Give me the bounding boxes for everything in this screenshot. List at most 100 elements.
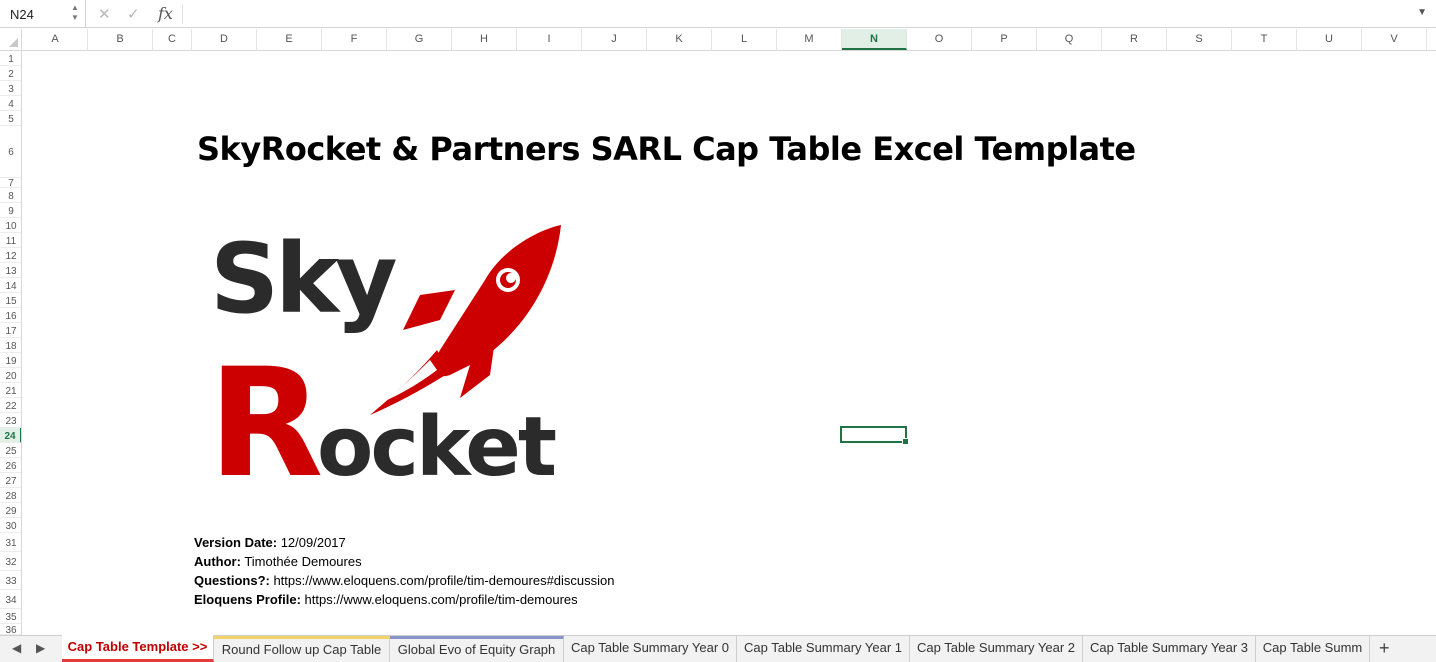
row-header-5[interactable]: 5 (0, 111, 21, 126)
column-header-m[interactable]: M (777, 29, 842, 50)
column-header-j[interactable]: J (582, 29, 647, 50)
row-header-11[interactable]: 11 (0, 233, 21, 248)
row-header-1[interactable]: 1 (0, 51, 21, 66)
column-header-k[interactable]: K (647, 29, 712, 50)
sheet-tab[interactable]: Cap Table Summary Year 2 (910, 636, 1083, 662)
row-header-29[interactable]: 29 (0, 503, 21, 518)
formula-input[interactable] (190, 7, 1390, 23)
row-header-9[interactable]: 9 (0, 203, 21, 218)
next-sheet-icon[interactable]: ▶ (36, 641, 45, 655)
column-header-q[interactable]: Q (1037, 29, 1102, 50)
row-header-24[interactable]: 24 (0, 428, 21, 443)
column-header-e[interactable]: E (257, 29, 322, 50)
row-header-16[interactable]: 16 (0, 308, 21, 323)
column-header: ABCDEFGHIJKLMNOPQRSTUV (0, 29, 1436, 51)
row-header-31[interactable]: 31 (0, 533, 21, 552)
row-header-13[interactable]: 13 (0, 263, 21, 278)
cancel-icon[interactable]: ✕ (98, 5, 111, 23)
column-header-v[interactable]: V (1362, 29, 1427, 50)
column-header-f[interactable]: F (322, 29, 387, 50)
row-header-28[interactable]: 28 (0, 488, 21, 503)
row-header-2[interactable]: 2 (0, 66, 21, 81)
row-header-15[interactable]: 15 (0, 293, 21, 308)
select-all-corner[interactable] (0, 29, 22, 50)
row-header-30[interactable]: 30 (0, 518, 21, 533)
formula-bar: N24 ▲ ▼ ✕ ✓ fx ▼ (0, 0, 1436, 28)
name-box-value[interactable]: N24 (10, 7, 34, 22)
skyrocket-logo: Sky R ocket (205, 220, 575, 511)
column-header-t[interactable]: T (1232, 29, 1297, 50)
row-header-10[interactable]: 10 (0, 218, 21, 233)
row-header-4[interactable]: 4 (0, 96, 21, 111)
row-header-35[interactable]: 35 (0, 609, 21, 624)
version-line: Version Date: 12/09/2017 (194, 535, 346, 550)
prev-sheet-icon[interactable]: ◀ (12, 641, 21, 655)
row-header: 1 2 3 4 5 6 7 8 9 10 11 12 13 14 15 16 17 18 19 20 21 22 23 24 2… (0, 51, 22, 635)
sheet-tab[interactable]: Cap Table Summary Year 1 (737, 636, 910, 662)
formula-separator (182, 4, 183, 24)
logo-r-letter: R (208, 337, 324, 485)
name-box-dropdown-icon[interactable]: ▲ ▼ (71, 3, 79, 23)
name-box[interactable]: N24 ▲ ▼ (0, 0, 86, 28)
row-header-21[interactable]: 21 (0, 383, 21, 398)
sheet-tab[interactable]: Cap Table Summ (1256, 636, 1370, 662)
profile-line: Eloquens Profile: https://www.eloquens.c… (194, 592, 578, 607)
sheet-tab-bar: ◀ ▶ Cap Table Template >> Round Follow up… (0, 635, 1436, 662)
row-header-8[interactable]: 8 (0, 188, 21, 203)
column-header-d[interactable]: D (192, 29, 257, 50)
column-header-c[interactable]: C (153, 29, 192, 50)
sheet-tab[interactable]: Cap Table Summary Year 3 (1083, 636, 1256, 662)
column-header-g[interactable]: G (387, 29, 452, 50)
row-header-17[interactable]: 17 (0, 323, 21, 338)
function-icon[interactable]: fx (158, 4, 173, 23)
sheet-tab[interactable]: Global Evo of Equity Graph (390, 636, 564, 662)
column-header-i[interactable]: I (517, 29, 582, 50)
version-value: 12/09/2017 (277, 535, 346, 550)
expand-formula-icon[interactable]: ▼ (1417, 7, 1427, 18)
profile-link[interactable]: https://www.eloquens.com/profile/tim-dem… (301, 592, 578, 607)
row-header-19[interactable]: 19 (0, 353, 21, 368)
column-header-a[interactable]: A (23, 29, 88, 50)
row-header-34[interactable]: 34 (0, 590, 21, 609)
sheet-tab[interactable]: Cap Table Template >> (62, 635, 214, 662)
questions-line: Questions?: https://www.eloquens.com/pro… (194, 573, 615, 588)
questions-link[interactable]: https://www.eloquens.com/profile/tim-dem… (270, 573, 614, 588)
row-header-12[interactable]: 12 (0, 248, 21, 263)
logo-ocket-text: ocket (317, 400, 556, 485)
confirm-icon[interactable]: ✓ (127, 5, 140, 23)
row-header-22[interactable]: 22 (0, 398, 21, 413)
column-header-p[interactable]: P (972, 29, 1037, 50)
row-header-25[interactable]: 25 (0, 443, 21, 458)
row-header-20[interactable]: 20 (0, 368, 21, 383)
sheet-tab[interactable]: Round Follow up Cap Table (214, 636, 390, 662)
author-line: Author: Timothée Demoures (194, 554, 362, 569)
author-label: Author: (194, 554, 241, 569)
sheet-tab[interactable]: Cap Table Summary Year 0 (564, 636, 737, 662)
row-header-14[interactable]: 14 (0, 278, 21, 293)
row-header-27[interactable]: 27 (0, 473, 21, 488)
column-header-b[interactable]: B (88, 29, 153, 50)
add-sheet-icon[interactable]: + (1379, 638, 1390, 659)
column-header-u[interactable]: U (1297, 29, 1362, 50)
column-header-l[interactable]: L (712, 29, 777, 50)
sheet-title: SkyRocket & Partners SARL Cap Table Exce… (197, 130, 1136, 168)
row-header-36[interactable]: 36 (0, 624, 21, 635)
column-header-s[interactable]: S (1167, 29, 1232, 50)
row-header-7[interactable]: 7 (0, 178, 21, 189)
row-header-6[interactable]: 6 (0, 126, 21, 178)
column-header-r[interactable]: R (1102, 29, 1167, 50)
row-header-23[interactable]: 23 (0, 413, 21, 428)
column-header-o[interactable]: O (907, 29, 972, 50)
row-header-18[interactable]: 18 (0, 338, 21, 353)
logo-sky-text: Sky (210, 223, 396, 335)
version-label: Version Date: (194, 535, 278, 550)
rocket-icon (370, 225, 561, 415)
author-value: Timothée Demoures (240, 554, 362, 569)
row-header-33[interactable]: 33 (0, 571, 21, 590)
row-header-26[interactable]: 26 (0, 458, 21, 473)
column-header-n[interactable]: N (842, 29, 907, 50)
selected-cell-n24[interactable] (840, 426, 909, 445)
column-header-h[interactable]: H (452, 29, 517, 50)
row-header-3[interactable]: 3 (0, 81, 21, 96)
row-header-32[interactable]: 32 (0, 552, 21, 571)
